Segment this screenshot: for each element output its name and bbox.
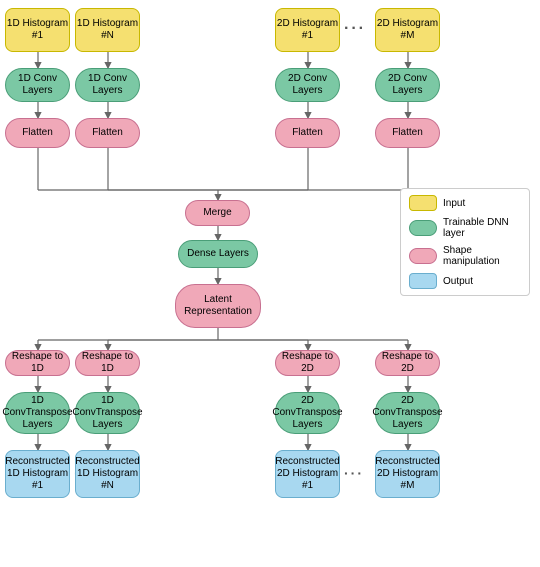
node-merge: Merge	[185, 200, 250, 226]
node-conv2d-m: 2D ConvLayers	[375, 68, 440, 102]
node-conv1d-n: 1D ConvLayers	[75, 68, 140, 102]
node-recon2d-1: Reconstructed2D Histogram#1	[275, 450, 340, 498]
node-convt2d-m: 2DConvTransposeLayers	[375, 392, 440, 434]
node-conv2d-1: 2D ConvLayers	[275, 68, 340, 102]
legend-color-shape	[409, 248, 437, 264]
node-flat2-1: Flatten	[275, 118, 340, 148]
node-flat1-1: Flatten	[5, 118, 70, 148]
node-recon1d-n: Reconstructed1D Histogram#N	[75, 450, 140, 498]
node-reshape1d-1: Reshape to 1D	[5, 350, 70, 376]
node-reshape1d-n: Reshape to 1D	[75, 350, 140, 376]
node-convt1d-1: 1DConvTransposeLayers	[5, 392, 70, 434]
node-convt2d-1: 2DConvTransposeLayers	[275, 392, 340, 434]
node-dense: Dense Layers	[178, 240, 258, 268]
legend-color-trainable	[409, 220, 437, 236]
legend-color-input	[409, 195, 437, 211]
node-hist1d-1: 1D Histogram#1	[5, 8, 70, 52]
legend-item-trainable: Trainable DNN layer	[409, 217, 521, 239]
node-reshape2d-1: Reshape to 2D	[275, 350, 340, 376]
node-hist1d-n: 1D Histogram#N	[75, 8, 140, 52]
node-conv1d-1: 1D ConvLayers	[5, 68, 70, 102]
legend-item-input: Input	[409, 195, 521, 211]
dots-bottom-2d: ···	[344, 465, 364, 481]
node-hist2d-m: 2D Histogram#M	[375, 8, 440, 52]
node-recon1d-1: Reconstructed1D Histogram#1	[5, 450, 70, 498]
legend-item-output: Output	[409, 273, 521, 289]
diagram: 1D Histogram#1 ··· 1D Histogram#N 2D His…	[0, 0, 540, 567]
node-flat2-m: Flatten	[375, 118, 440, 148]
node-hist2d-1: 2D Histogram#1	[275, 8, 340, 52]
node-convt1d-n: 1DConvTransposeLayers	[75, 392, 140, 434]
legend-item-shape: Shape manipulation	[409, 245, 521, 267]
node-latent: LatentRepresentation	[175, 284, 261, 328]
legend-color-output	[409, 273, 437, 289]
node-reshape2d-m: Reshape to 2D	[375, 350, 440, 376]
dots-top-2d: ···	[344, 20, 366, 38]
legend: Input Trainable DNN layer Shape manipula…	[400, 188, 530, 296]
node-recon2d-m: Reconstructed2D Histogram#M	[375, 450, 440, 498]
node-flat1-n: Flatten	[75, 118, 140, 148]
